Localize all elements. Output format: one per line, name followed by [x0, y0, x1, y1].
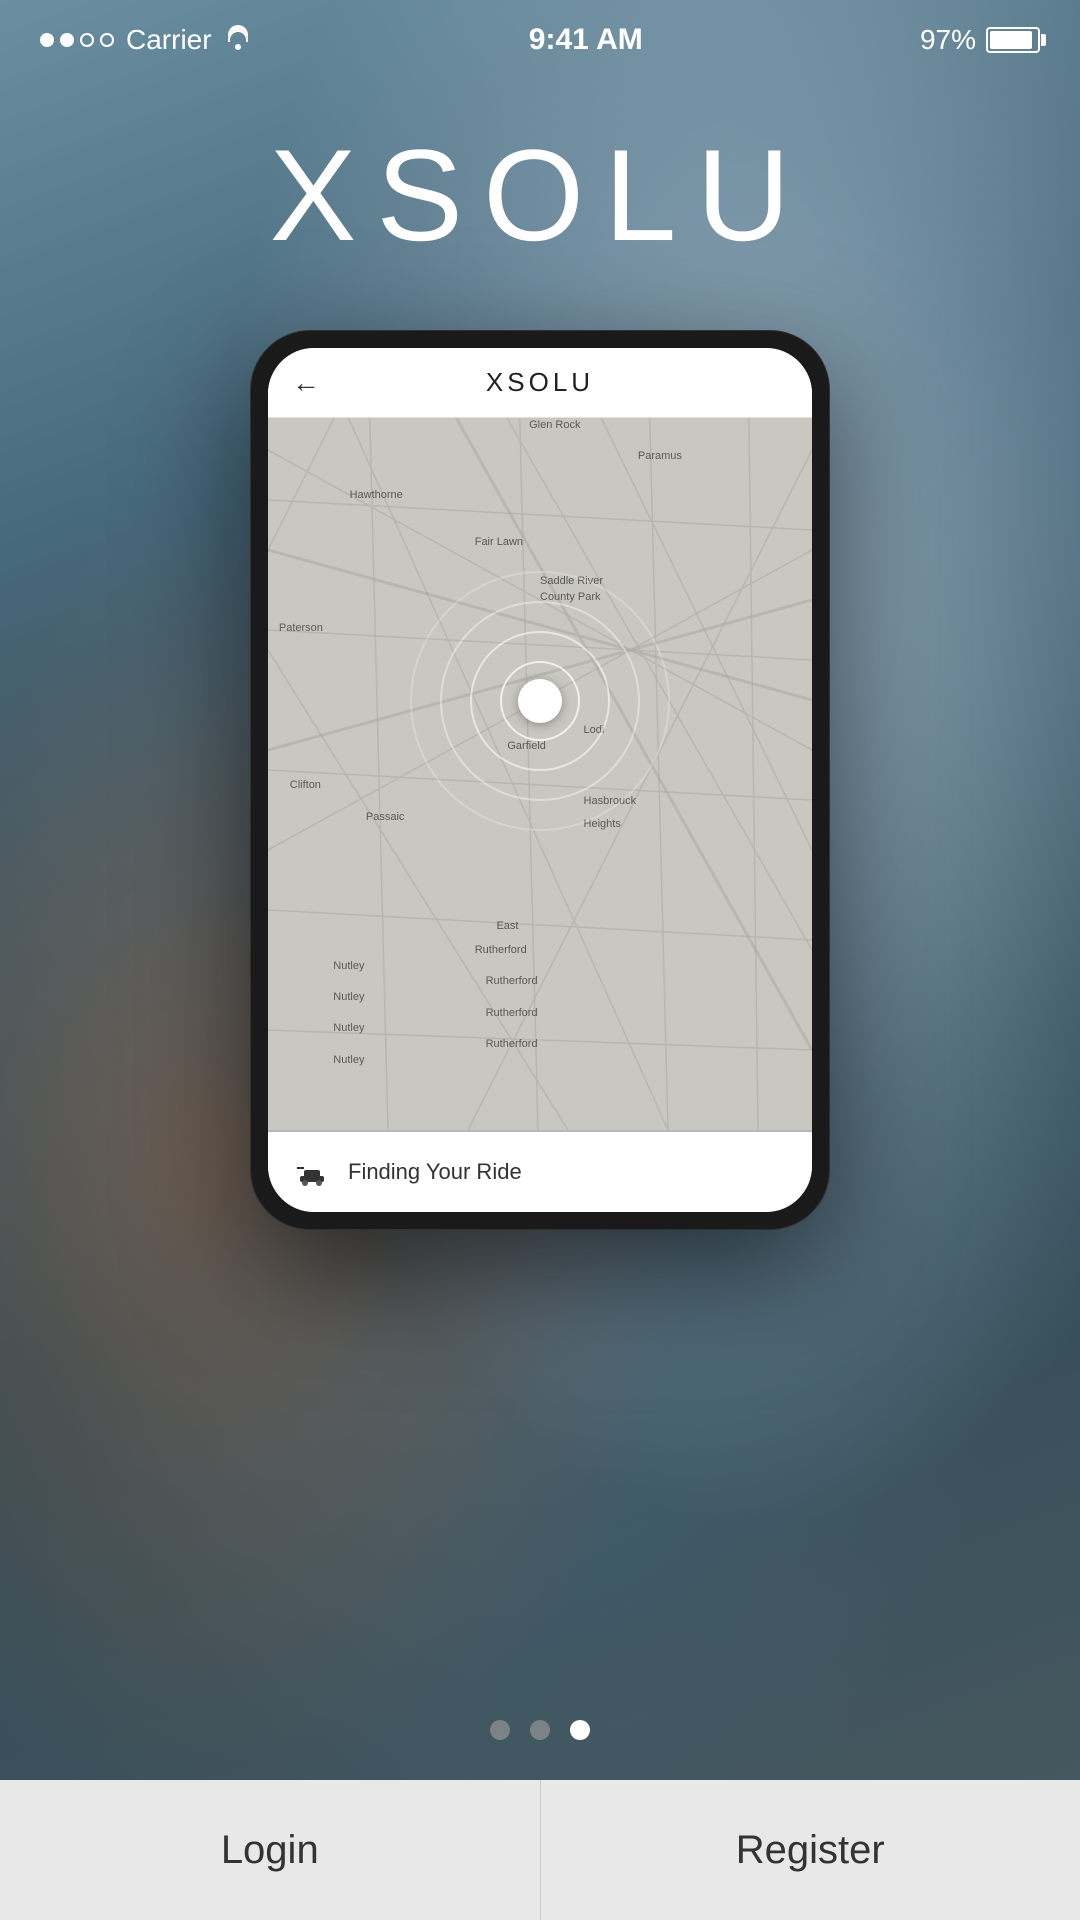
map-label-nutley2: Nutley [333, 991, 364, 1003]
battery-percent: 97% [920, 24, 976, 56]
map-label-rutherford1: Rutherford [486, 975, 538, 987]
map-label-nutley1: Nutley [333, 960, 364, 972]
map-label-nutley4: Nutley [333, 1054, 364, 1066]
map-label-rutherford2: Rutherford [486, 1007, 538, 1019]
signal-dots [40, 33, 114, 47]
map-label-hawthorne: Hawthorne [350, 489, 403, 501]
register-button[interactable]: Register [541, 1780, 1080, 1920]
map-label-rutherford3: Rutherford [486, 1038, 538, 1050]
map-label-nutley3: Nutley [333, 1022, 364, 1034]
indicator-1[interactable] [490, 1720, 510, 1740]
carrier-label: Carrier [126, 24, 212, 56]
map-label-fairlawn: Fair Lawn [475, 536, 523, 548]
finding-ride-panel: Finding Your Ride [268, 1132, 812, 1212]
pulse-animation [410, 571, 670, 831]
ride-icon [292, 1152, 332, 1192]
app-title: XSOLU [0, 120, 1080, 270]
map-label-paramus: Paramus [638, 450, 682, 462]
status-time: 9:41 AM [529, 23, 643, 57]
status-left: Carrier [40, 24, 252, 56]
wifi-icon [224, 30, 252, 50]
finding-ride-text: Finding Your Ride [348, 1159, 522, 1185]
login-button[interactable]: Login [0, 1780, 541, 1920]
signal-dot-3 [80, 33, 94, 47]
indicator-3[interactable] [570, 1720, 590, 1740]
map-label-paterson: Paterson [279, 622, 323, 634]
phone-screen: ← XSOLU [268, 348, 812, 1212]
signal-dot-2 [60, 33, 74, 47]
pulse-center-dot [518, 679, 562, 723]
battery-fill [990, 31, 1032, 49]
page-indicators [0, 1720, 1080, 1740]
battery-icon [986, 27, 1040, 53]
map-label-passaic: Passaic [366, 811, 405, 823]
map-label-east-rutherford2: Rutherford [475, 944, 527, 956]
map-area: ← XSOLU [268, 348, 812, 1132]
map-header: ← XSOLU [268, 348, 812, 418]
back-button[interactable]: ← [292, 367, 320, 399]
screen-title: XSOLU [486, 367, 594, 398]
map-label-glen-rock: Glen Rock [529, 419, 580, 431]
signal-dot-1 [40, 33, 54, 47]
phone-frame: ← XSOLU [250, 330, 830, 1230]
indicator-2[interactable] [530, 1720, 550, 1740]
status-bar: Carrier 9:41 AM 97% [0, 0, 1080, 80]
bottom-action-bar: Login Register [0, 1780, 1080, 1920]
phone-mockup: ← XSOLU [250, 330, 830, 1230]
app-title-container: XSOLU [0, 120, 1080, 270]
signal-dot-4 [100, 33, 114, 47]
map-label-east-rutherford: East [496, 920, 518, 932]
status-right: 97% [920, 24, 1040, 56]
map-label-clifton: Clifton [290, 779, 321, 791]
